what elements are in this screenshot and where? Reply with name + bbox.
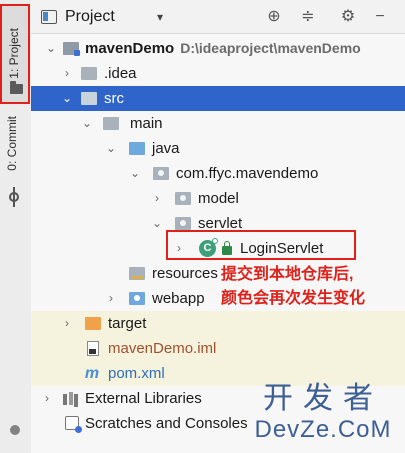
chevron-down-icon[interactable]: ⌄ bbox=[105, 136, 117, 161]
chevron-right-icon[interactable]: › bbox=[105, 286, 117, 311]
project-tool-tab[interactable]: 1: Project bbox=[0, 4, 30, 104]
chevron-down-icon[interactable]: ⌄ bbox=[61, 86, 73, 111]
commit-tool-tab[interactable]: 0: Commit bbox=[0, 114, 30, 207]
folder-icon bbox=[81, 92, 97, 105]
module-path: D:\ideaproject\mavenDemo bbox=[180, 40, 361, 56]
tree-item-package[interactable]: ⌄ com.ffyc.mavendemo bbox=[31, 161, 405, 186]
excluded-folder-icon bbox=[85, 317, 101, 330]
tree-item-label: model bbox=[198, 190, 239, 207]
tree-item-iml[interactable]: mavenDemo.iml bbox=[31, 336, 405, 361]
chevron-right-icon[interactable]: › bbox=[61, 61, 73, 86]
folder-icon bbox=[10, 81, 23, 94]
chevron-right-icon[interactable]: › bbox=[61, 311, 73, 336]
resources-folder-icon bbox=[129, 267, 145, 280]
chevron-down-icon[interactable]: ⌄ bbox=[45, 36, 57, 61]
tree-item-main[interactable]: ⌄ main bbox=[31, 111, 405, 136]
tree-item-target[interactable]: › target bbox=[31, 311, 405, 336]
tree-item-label: resources bbox=[152, 265, 218, 282]
gear-icon[interactable]: ⚙ bbox=[339, 8, 357, 26]
package-icon bbox=[175, 192, 191, 205]
project-tool-tab-label: 1: Project bbox=[7, 28, 21, 79]
crosshair-icon[interactable]: ⊕ bbox=[265, 8, 283, 26]
folder-icon bbox=[81, 67, 97, 80]
project-view-icon bbox=[41, 10, 57, 24]
commit-tool-tab-label: 0: Commit bbox=[5, 116, 19, 171]
watermark: 开发者 DevZe.CoM bbox=[248, 382, 398, 444]
annotation-text: 提交到本地仓库后, 颜色会再次发生变化 bbox=[221, 263, 405, 311]
tree-item-label: java bbox=[152, 140, 180, 157]
tree-item-mavendemo[interactable]: ⌄ mavenDemo D:\ideaproject\mavenDemo bbox=[31, 36, 405, 61]
chevron-right-icon[interactable]: › bbox=[41, 386, 53, 411]
annotation-line: 颜色会再次发生变化 bbox=[221, 290, 366, 307]
chevron-right-icon[interactable]: › bbox=[151, 186, 163, 211]
tree-item-idea[interactable]: › .idea bbox=[31, 61, 405, 86]
tree-item-label: main bbox=[130, 115, 163, 132]
web-folder-icon bbox=[129, 292, 145, 305]
module-folder-icon bbox=[63, 42, 80, 56]
package-icon bbox=[153, 167, 169, 180]
scratches-icon bbox=[65, 416, 82, 433]
panel-title[interactable]: Project bbox=[65, 8, 115, 26]
folder-icon bbox=[103, 117, 119, 130]
tree-item-label: pom.xml bbox=[108, 365, 165, 382]
source-folder-icon bbox=[129, 142, 145, 155]
tree-item-label: mavenDemo.iml bbox=[108, 340, 217, 357]
tree-item-model[interactable]: › model bbox=[31, 186, 405, 211]
tree-item-label: .idea bbox=[104, 65, 137, 82]
chevron-down-icon[interactable]: ⌄ bbox=[129, 161, 141, 186]
project-panel-header: Project ▾ ⊕ ≑ ⚙ − bbox=[31, 0, 405, 34]
collapse-all-icon[interactable]: ≑ bbox=[299, 8, 317, 26]
tree-item-java[interactable]: ⌄ java bbox=[31, 136, 405, 161]
annotation-line: 提交到本地仓库后, bbox=[221, 266, 354, 283]
chevron-down-icon[interactable]: ⌄ bbox=[81, 111, 93, 136]
tree-item-label: target bbox=[108, 315, 147, 332]
watermark-en: DevZe.CoM bbox=[254, 416, 392, 443]
tree-item-label: External Libraries bbox=[85, 390, 202, 407]
tree-item-label: com.ffyc.mavendemo bbox=[176, 165, 319, 182]
library-icon bbox=[63, 392, 78, 405]
tool-window-stripe: 1: Project 0: Commit bbox=[0, 0, 32, 453]
chevron-down-icon[interactable]: ⌄ bbox=[151, 211, 163, 236]
package-icon bbox=[175, 217, 191, 230]
watermark-cn: 开发者 bbox=[263, 381, 383, 416]
tree-item-label: Scratches and Consoles bbox=[85, 415, 248, 432]
view-dropdown-icon[interactable]: ▾ bbox=[157, 10, 163, 24]
tree-item-label: webapp bbox=[152, 290, 205, 307]
tree-item-src[interactable]: ⌄ src bbox=[31, 86, 405, 111]
iml-file-icon bbox=[87, 341, 99, 356]
tree-item-label: mavenDemo D:\ideaproject\mavenDemo bbox=[85, 40, 361, 57]
structure-icon[interactable] bbox=[10, 425, 20, 435]
highlight-box bbox=[166, 230, 356, 260]
commit-icon bbox=[9, 187, 19, 207]
minimize-icon[interactable]: − bbox=[371, 8, 389, 26]
tree-item-label: src bbox=[104, 90, 124, 107]
maven-icon: m bbox=[84, 365, 100, 382]
